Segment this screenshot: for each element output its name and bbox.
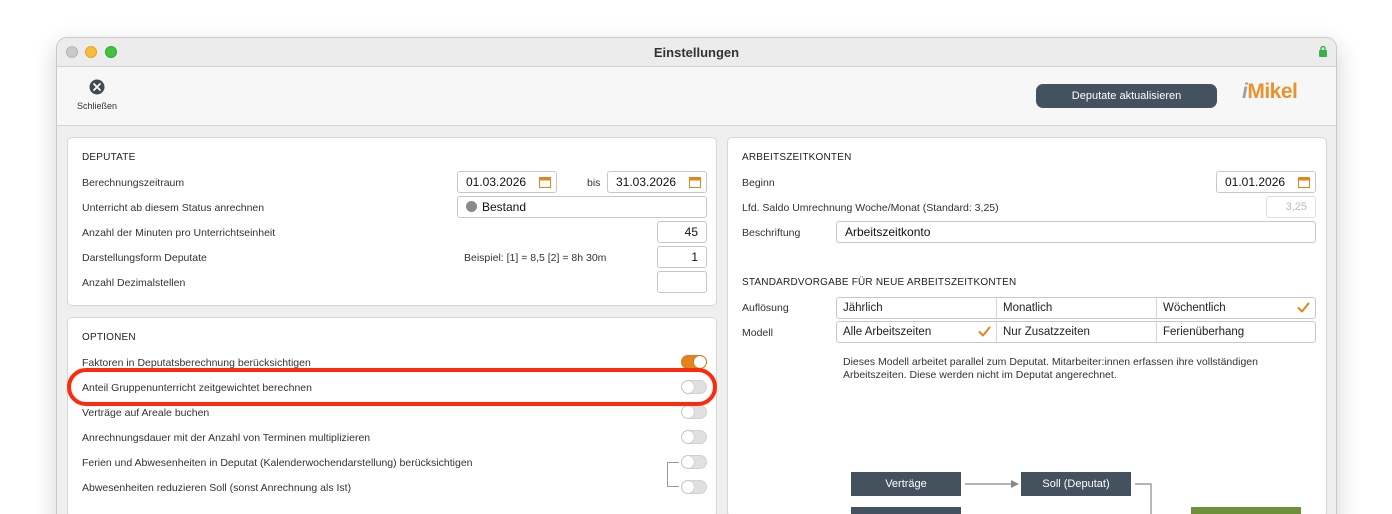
arbeitszeit-title: ARBEITSZEITKONTEN	[742, 152, 852, 163]
status-dot-icon	[466, 201, 477, 212]
display-label: Darstellungsform Deputate	[82, 252, 207, 264]
status-label: Unterricht ab diesem Status anrechnen	[82, 202, 265, 214]
minutes-label: Anzahl der Minuten pro Unterrichtseinhei…	[82, 227, 276, 239]
option-label: Faktoren in Deputatsberechnung berücksic…	[82, 357, 311, 369]
diagram-arrow	[965, 480, 1019, 488]
calendar-icon[interactable]	[689, 176, 701, 188]
modell-option-holiday[interactable]: Ferienüberhang	[1157, 322, 1315, 342]
calc-to-field[interactable]: 31.03.2026	[607, 171, 707, 193]
option-toggle-areas[interactable]	[681, 405, 707, 419]
option-toggle-factors[interactable]	[681, 355, 707, 369]
bis-label: bis	[587, 177, 601, 189]
calc-period-label: Berechnungszeitraum	[82, 177, 185, 189]
modell-option-all[interactable]: Alle Arbeitszeiten	[837, 322, 997, 342]
option-toggle-multiply[interactable]	[681, 430, 707, 444]
option-toggle-absences[interactable]	[681, 480, 707, 494]
update-deputate-button[interactable]: Deputate aktualisieren	[1036, 84, 1217, 108]
saldo-label: Lfd. Saldo Umrechnung Woche/Monat (Stand…	[742, 202, 999, 214]
window-title: Einstellungen	[653, 45, 740, 60]
calendar-icon[interactable]	[1298, 176, 1310, 188]
aufloesung-option-weekly[interactable]: Wöchentlich	[1157, 298, 1315, 318]
diagram-box-partial	[851, 507, 961, 514]
option-label: Anteil Gruppenunterricht zeitgewichtet b…	[82, 382, 312, 394]
modell-option-extra[interactable]: Nur Zusatzzeiten	[997, 322, 1157, 342]
beginn-field[interactable]: 01.01.2026	[1216, 171, 1316, 193]
aufloesung-option-monthly[interactable]: Monatlich	[997, 298, 1157, 318]
modell-label: Modell	[742, 327, 773, 339]
checkmark-icon	[978, 326, 991, 337]
option-label: Anrechnungsdauer mit der Anzahl von Term…	[82, 432, 371, 444]
aufloesung-option-yearly[interactable]: Jährlich	[837, 298, 997, 318]
diagram-box-soll: Soll (Deputat)	[1021, 472, 1131, 496]
minutes-field[interactable]: 45	[657, 221, 707, 243]
option-toggle-holidays[interactable]	[681, 455, 707, 469]
close-circle-icon	[89, 79, 105, 95]
title-bar: Einstellungen	[57, 38, 1336, 67]
close-button[interactable]: Schließen	[71, 79, 123, 111]
beschriftung-field[interactable]: Arbeitszeitkonto	[836, 221, 1316, 243]
status-select[interactable]: Bestand	[457, 196, 707, 218]
option-toggle-group-lessons[interactable]	[681, 380, 707, 394]
display-field[interactable]: 1	[657, 246, 707, 268]
beschriftung-label: Beschriftung	[742, 227, 801, 239]
modell-segmented: Alle Arbeitszeiten Nur Zusatzzeiten Feri…	[836, 321, 1316, 343]
decimals-label: Anzahl Dezimalstellen	[82, 277, 186, 289]
deputate-title: DEPUTATE	[82, 152, 136, 163]
decimals-field[interactable]	[657, 271, 707, 293]
modell-description: Dieses Modell arbeitet parallel zum Depu…	[843, 356, 1258, 381]
option-label: Abwesenheiten reduzieren Soll (sonst Anr…	[82, 482, 352, 494]
diagram-box-contracts: Verträge	[851, 472, 961, 496]
aufloesung-label: Auflösung	[742, 302, 789, 314]
calc-from-field[interactable]: 01.03.2026	[457, 171, 557, 193]
saldo-field[interactable]: 3,25	[1266, 196, 1316, 218]
option-label: Ferien und Abwesenheiten in Deputat (Kal…	[82, 457, 473, 469]
option-group-bracket	[667, 462, 679, 487]
checkmark-icon	[1297, 302, 1310, 313]
imikel-logo: iMikel	[1242, 80, 1298, 103]
optionen-title: OPTIONEN	[82, 332, 136, 343]
diagram-box-green	[1191, 507, 1301, 514]
calendar-icon[interactable]	[539, 176, 551, 188]
close-label: Schließen	[76, 101, 118, 111]
display-example: Beispiel: [1] = 8,5 [2] = 8h 30m	[464, 252, 607, 264]
lock-icon	[1319, 45, 1327, 57]
aufloesung-segmented: Jährlich Monatlich Wöchentlich	[836, 297, 1316, 319]
beginn-label: Beginn	[742, 177, 775, 189]
diagram-connector	[1135, 483, 1152, 514]
std-title: STANDARDVORGABE FÜR NEUE ARBEITSZEITKONT…	[742, 277, 1017, 288]
option-label: Verträge auf Areale buchen	[82, 407, 210, 419]
